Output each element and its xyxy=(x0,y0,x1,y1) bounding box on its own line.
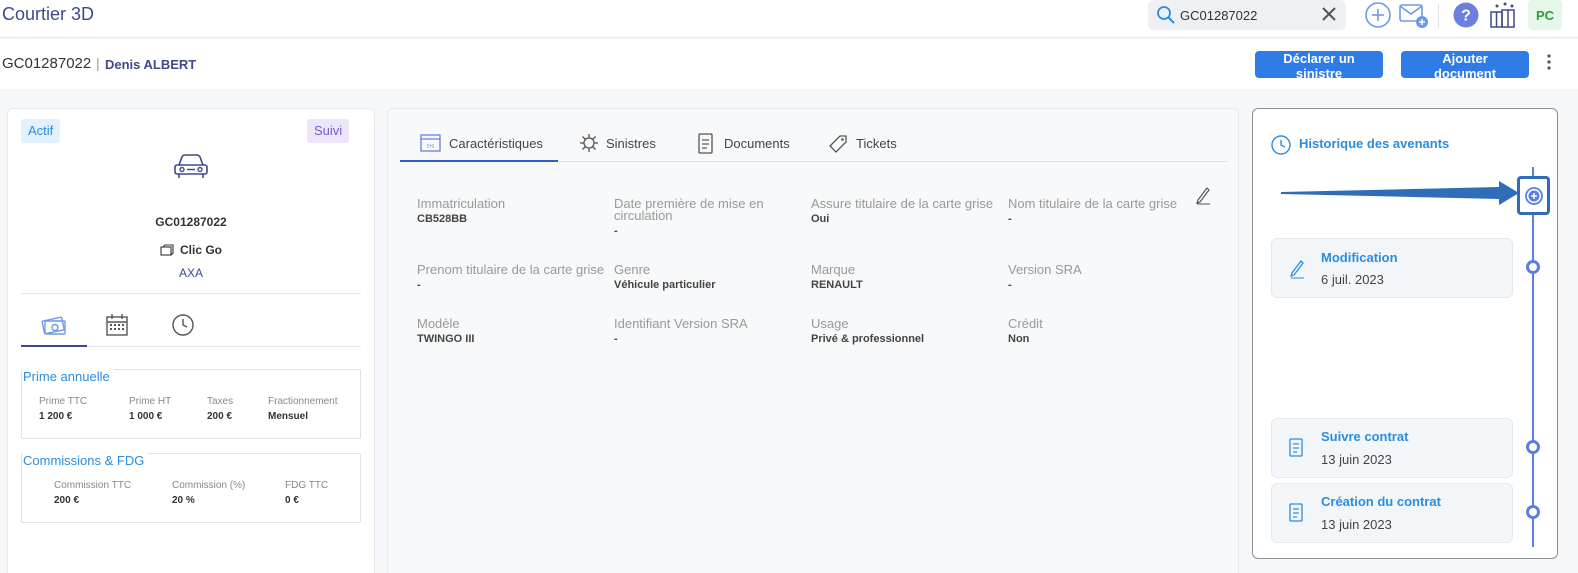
product-icon xyxy=(160,244,174,259)
active-tab-indicator xyxy=(400,160,558,162)
premium-ttc: Prime TTC 1 200 € xyxy=(39,396,88,422)
field-immatriculation: Immatriculation CB528BB xyxy=(417,196,506,225)
fdg-ttc: FDG TTC 0 € xyxy=(285,480,329,506)
timeline-dot xyxy=(1526,440,1540,454)
history-card-suivre[interactable]: Suivre contrat 13 juin 2023 xyxy=(1271,418,1513,478)
search-input[interactable] xyxy=(1180,5,1310,25)
product-name: Clic Go xyxy=(8,243,374,259)
add-circle-icon[interactable] xyxy=(1364,1,1392,34)
timeline-dot xyxy=(1526,505,1540,519)
payment-frequency: Fractionnement Mensuel xyxy=(268,396,338,422)
commission-ttc: Commission TTC 200 € xyxy=(54,480,132,506)
contract-summary-panel: Actif Suivi GC01287022 Clic Go AXA Prime… xyxy=(7,108,375,573)
details-panel: t+t Caractéristiques Sinistres Documents… xyxy=(387,108,1239,573)
follow-badge[interactable]: Suivi xyxy=(307,119,350,143)
subtab-active-indicator xyxy=(21,345,87,347)
field-credit: Crédit Non xyxy=(1008,316,1043,345)
car-icon xyxy=(171,151,211,186)
calendar-tab-icon[interactable] xyxy=(105,313,129,342)
header-separator: | xyxy=(96,55,100,71)
history-event-title: Création du contrat xyxy=(1321,494,1441,509)
history-event-date: 13 juin 2023 xyxy=(1321,452,1392,467)
history-event-date: 13 juin 2023 xyxy=(1321,517,1392,532)
field-identifiant-sra: Identifiant Version SRA - xyxy=(614,316,748,345)
product-label: Clic Go xyxy=(179,243,222,257)
field-date-circulation: Date première de mise en circulation - xyxy=(614,196,764,237)
field-genre: Genre Véhicule particulier xyxy=(614,262,716,291)
timeline-line xyxy=(1532,167,1534,547)
vehicle-contract-id: GC01287022 xyxy=(155,215,227,229)
premium-ht: Prime HT 1 000 € xyxy=(129,396,172,422)
history-tab-icon[interactable] xyxy=(171,313,195,342)
field-assure-titulaire: Assure titulaire de la carte grise Oui xyxy=(811,196,994,225)
summary-divider xyxy=(21,293,361,294)
virus-icon xyxy=(579,133,599,156)
status-badge: Actif xyxy=(21,119,61,143)
field-nom-titulaire: Nom titulaire de la carte grise - xyxy=(1008,196,1178,225)
help-icon[interactable]: ? xyxy=(1452,1,1480,34)
app-title[interactable]: Courtier 3D xyxy=(2,4,94,25)
declare-claim-button[interactable]: Déclarer un sinistre xyxy=(1255,51,1383,81)
history-clock-icon xyxy=(1270,134,1292,161)
annual-premium-legend: Prime annuelle xyxy=(23,369,114,384)
svg-text:t+t: t+t xyxy=(427,144,434,150)
edit-pencil-icon[interactable] xyxy=(1194,185,1212,210)
history-event-date: 6 juil. 2023 xyxy=(1321,272,1384,287)
annual-premium-section: Prime annuelle Prime TTC 1 200 € Prime HT… xyxy=(21,369,361,439)
search-icon xyxy=(1156,5,1176,30)
document-icon xyxy=(1288,438,1304,463)
history-card-creation[interactable]: Création du contrat 13 juin 2023 xyxy=(1271,483,1513,543)
field-modele: Modèle TWINGO III xyxy=(417,316,475,345)
taxes: Taxes 200 € xyxy=(207,396,234,422)
contract-header: GC01287022 | Denis ALBERT Déclarer un si… xyxy=(0,39,1578,89)
add-amendment-button[interactable] xyxy=(1517,176,1550,215)
field-usage: Usage Privé & professionnel xyxy=(811,316,925,345)
money-tab-icon[interactable] xyxy=(41,313,67,342)
clear-search-icon[interactable] xyxy=(1320,5,1338,28)
add-circle-icon xyxy=(1525,187,1543,210)
top-bar: Courtier 3D ? PC xyxy=(0,0,1578,38)
document-icon xyxy=(697,133,715,158)
gifts-icon[interactable] xyxy=(1488,1,1518,36)
table-icon: t+t xyxy=(420,133,442,156)
field-marque: Marque RENAULT xyxy=(811,262,863,291)
mail-add-icon[interactable] xyxy=(1398,1,1430,36)
client-name-link[interactable]: Denis ALBERT xyxy=(105,57,196,72)
commissions-section: Commissions & FDG Commission TTC 200 € Co… xyxy=(21,453,361,523)
svg-text:?: ? xyxy=(1461,8,1471,25)
contract-id: GC01287022 xyxy=(2,55,92,72)
add-document-button[interactable]: Ajouter document xyxy=(1401,51,1529,81)
ticket-icon xyxy=(827,133,849,158)
insurer-name: AXA xyxy=(178,266,203,280)
search-box[interactable] xyxy=(1148,0,1346,30)
history-card-modification[interactable]: Modification 6 juil. 2023 xyxy=(1271,238,1513,298)
more-options-icon[interactable] xyxy=(1546,53,1552,74)
document-icon xyxy=(1288,503,1304,528)
field-version-sra: Version SRA - xyxy=(1008,262,1082,291)
topbar-divider xyxy=(1438,4,1439,28)
user-avatar[interactable]: PC xyxy=(1528,0,1562,30)
commissions-legend: Commissions & FDG xyxy=(23,453,149,468)
pointer-arrow-icon xyxy=(1281,181,1519,212)
history-event-title: Modification xyxy=(1321,250,1398,265)
history-panel: Historique des avenants Modification 6 j… xyxy=(1252,108,1558,559)
history-title: Historique des avenants xyxy=(1299,136,1450,151)
commission-percent: Commission (%) 20 % xyxy=(172,480,246,506)
field-prenom-titulaire: Prenom titulaire de la carte grise - xyxy=(417,262,605,291)
pencil-icon xyxy=(1288,257,1306,284)
timeline-dot xyxy=(1526,260,1540,274)
history-event-title: Suivre contrat xyxy=(1321,429,1409,444)
